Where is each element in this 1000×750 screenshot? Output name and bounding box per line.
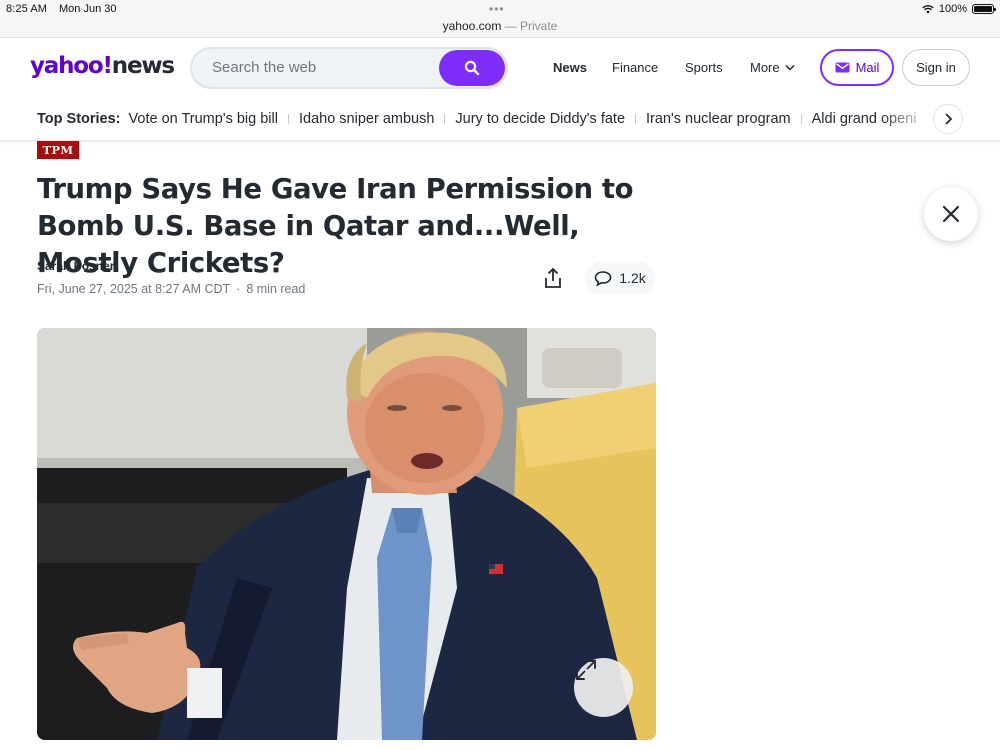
chevron-down-icon	[785, 64, 795, 71]
divider	[635, 114, 637, 124]
comments-button[interactable]: 1.2k	[585, 262, 655, 294]
expand-icon	[576, 660, 596, 680]
comment-icon	[594, 270, 612, 287]
top-stories-next-button[interactable]	[933, 104, 963, 134]
search-button[interactable]	[439, 50, 505, 86]
chevron-right-icon	[945, 113, 953, 125]
top-stories-bar: Top Stories: Vote on Trump's big bill Id…	[0, 98, 1000, 141]
search-box	[190, 47, 508, 89]
article-headline: Trump Says He Gave Iran Permission to Bo…	[37, 173, 634, 279]
logo-section: news	[111, 53, 175, 79]
wifi-icon	[922, 5, 934, 14]
mail-button[interactable]: Mail	[820, 49, 894, 86]
close-button[interactable]	[924, 187, 978, 241]
divider	[287, 114, 289, 124]
top-story-link[interactable]: Idaho sniper ambush	[299, 111, 434, 127]
status-right: 100%	[922, 3, 996, 15]
article-date: Fri, June 27, 2025 at 8:27 AM CDT	[37, 282, 231, 296]
divider	[800, 114, 802, 124]
address-bar[interactable]: yahoo.com — Private	[0, 19, 1000, 33]
expand-image-button[interactable]	[574, 658, 633, 717]
close-icon	[942, 205, 960, 223]
logo-brand: yahoo!	[30, 53, 113, 79]
comment-count: 1.2k	[619, 270, 646, 286]
browser-status-bar: 8:25 AM Mon Jun 30 ••• yahoo.com — Priva…	[0, 0, 1000, 38]
private-indicator: — Private	[504, 19, 558, 33]
status-time: 8:25 AM	[6, 3, 48, 15]
nav-sports[interactable]: Sports	[685, 60, 723, 75]
meta-separator: ·	[236, 282, 241, 296]
mail-icon	[835, 62, 850, 73]
top-stories-list: Top Stories: Vote on Trump's big bill Id…	[37, 111, 916, 127]
nav-more-label: More	[750, 60, 780, 75]
nav-news[interactable]: News	[553, 60, 587, 75]
address-url: yahoo.com	[442, 19, 502, 33]
tab-options-dots-icon[interactable]: •••	[489, 3, 505, 15]
nav-finance[interactable]: Finance	[612, 60, 658, 75]
top-stories-label: Top Stories:	[37, 111, 121, 127]
battery-icon	[972, 4, 996, 14]
article-hero-image[interactable]	[37, 328, 656, 740]
sign-in-label: Sign in	[916, 60, 956, 75]
article-photo	[37, 328, 656, 740]
top-story-link[interactable]: Iran's nuclear program	[646, 111, 791, 127]
article-read-time: 8 min read	[246, 282, 306, 296]
battery-percent: 100%	[938, 3, 967, 15]
yahoo-news-logo[interactable]: yahoo!news	[30, 53, 175, 79]
article-meta: Fri, June 27, 2025 at 8:27 AM CDT · 8 min …	[37, 282, 305, 296]
status-date: Mon Jun 30	[59, 3, 117, 15]
share-icon	[545, 267, 561, 288]
top-story-link[interactable]: Vote on Trump's big bill	[129, 111, 278, 127]
search-icon	[464, 60, 480, 76]
top-story-link[interactable]: Jury to decide Diddy's fate	[455, 111, 625, 127]
source-logo-tpm[interactable]: TPM	[37, 141, 79, 159]
share-button[interactable]	[536, 262, 570, 294]
article-author[interactable]: Sarah Posner	[37, 259, 114, 273]
mail-label: Mail	[855, 60, 880, 75]
nav-more[interactable]: More	[750, 60, 795, 75]
sign-in-button[interactable]: Sign in	[902, 49, 970, 86]
divider	[444, 114, 446, 124]
search-input[interactable]	[212, 59, 432, 76]
site-header: yahoo!news News Finance Sports More Mail…	[0, 38, 1000, 98]
